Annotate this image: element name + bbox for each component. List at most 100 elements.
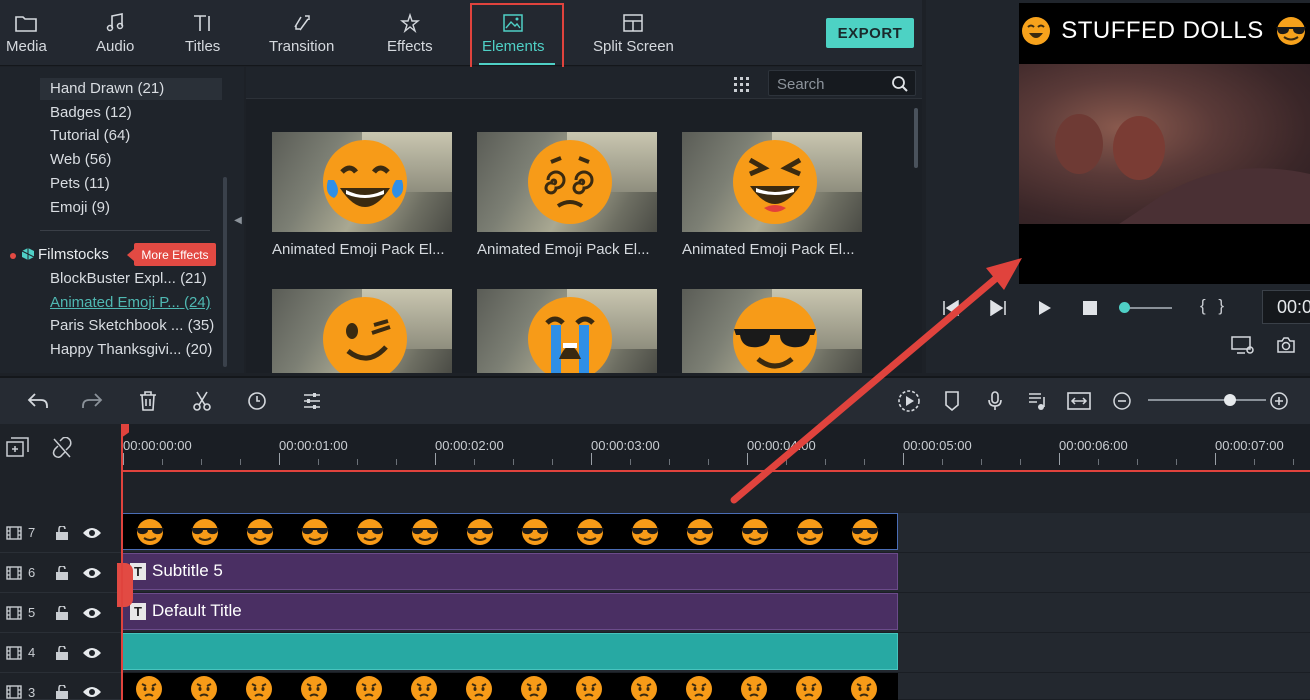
sad-emoji-icon: [411, 676, 437, 700]
stop-icon[interactable]: [1080, 298, 1100, 318]
ruler-tick: [1137, 459, 1138, 465]
library-item-caption: Animated Emoji Pack El...: [682, 241, 855, 258]
library-item[interactable]: [477, 289, 657, 382]
film-strip-icon: [6, 525, 22, 540]
category-web[interactable]: Web (56): [50, 151, 111, 168]
zoom-out-icon[interactable]: [1109, 388, 1135, 414]
unlock-icon[interactable]: [55, 565, 69, 580]
render-preview-icon[interactable]: [896, 388, 922, 414]
transition-icon: [292, 10, 312, 36]
eye-icon[interactable]: [82, 606, 102, 620]
eye-icon[interactable]: [82, 646, 102, 660]
category-emoji[interactable]: Emoji (9): [50, 199, 110, 216]
previous-frame-icon[interactable]: [940, 298, 962, 318]
clock-icon[interactable]: [244, 388, 270, 414]
add-track-icon[interactable]: [6, 437, 32, 461]
library-item[interactable]: [272, 289, 452, 382]
zoom-slider-handle[interactable]: [1224, 394, 1236, 406]
ruler-tick: [513, 459, 514, 465]
search-icon[interactable]: [891, 75, 909, 93]
tab-titles[interactable]: Titles: [185, 10, 220, 60]
filmstock-item-label: Happy Thanksgivi...: [50, 341, 182, 358]
library-item[interactable]: Animated Emoji Pack El...: [477, 132, 657, 258]
scrubber-handle[interactable]: [1119, 302, 1130, 313]
filmstock-item-happy-thanksgiving[interactable]: Happy Thanksgivi... (20): [50, 341, 212, 358]
sunglasses-emoji-icon: [521, 519, 549, 545]
collapse-sidebar-icon[interactable]: ◀: [232, 210, 244, 230]
filmstocks-label[interactable]: Filmstocks: [38, 246, 109, 263]
ruler-tick: [669, 459, 670, 465]
color-clip[interactable]: [121, 633, 898, 670]
sad-emoji-icon: [631, 676, 657, 700]
library-scrollbar[interactable]: [914, 108, 918, 168]
microphone-icon[interactable]: [982, 388, 1008, 414]
export-button[interactable]: EXPORT: [826, 18, 914, 48]
snapshot-camera-icon[interactable]: [1274, 334, 1298, 356]
subtitle-clip[interactable]: T Subtitle 5: [121, 553, 898, 590]
delete-icon[interactable]: [135, 388, 161, 414]
redo-icon[interactable]: [79, 388, 105, 414]
sidebar-scrollbar[interactable]: [223, 177, 227, 367]
next-frame-icon[interactable]: [987, 298, 1009, 318]
category-badges[interactable]: Badges (12): [50, 104, 132, 121]
marker-icon[interactable]: [939, 388, 965, 414]
filmstock-item-label: Animated Emoji P...: [50, 294, 180, 311]
audio-mixer-icon[interactable]: [1024, 388, 1050, 414]
fit-to-screen-icon[interactable]: [1066, 388, 1092, 414]
eye-icon[interactable]: [82, 685, 102, 699]
split-screen-icon: [623, 10, 644, 36]
track-header: 5: [0, 593, 121, 633]
tab-transition[interactable]: Transition: [269, 10, 334, 60]
zoom-slider[interactable]: [1148, 399, 1266, 401]
emoji-thumbnail: [272, 132, 452, 232]
zoom-in-icon[interactable]: [1266, 388, 1292, 414]
default-title-clip[interactable]: T Default Title: [121, 593, 898, 630]
eye-icon[interactable]: [82, 526, 102, 540]
dizzy-emoji-icon: [528, 140, 612, 224]
library-item[interactable]: Animated Emoji Pack El...: [682, 132, 862, 258]
ruler-tick: [786, 459, 787, 465]
filmstock-item-label: Paris Sketchbook ...: [50, 317, 184, 334]
unlock-icon[interactable]: [55, 525, 69, 540]
sad-emoji-icon: [741, 676, 767, 700]
sidebar-divider: [40, 230, 210, 231]
mark-in-out-icon[interactable]: { }: [1200, 296, 1228, 316]
unlock-icon[interactable]: [55, 605, 69, 620]
eye-icon[interactable]: [82, 566, 102, 580]
sunglasses-emoji-clip[interactable]: [121, 513, 898, 550]
link-off-icon[interactable]: [52, 436, 72, 459]
category-pets[interactable]: Pets (11): [50, 175, 110, 192]
split-marker-icon[interactable]: [117, 563, 133, 607]
display-settings-icon[interactable]: [1230, 334, 1256, 356]
unlock-icon[interactable]: [55, 685, 69, 699]
filmstock-item-blockbuster[interactable]: BlockBuster Expl... (21): [50, 270, 207, 287]
filmstock-item-animated-emoji[interactable]: Animated Emoji P... (24): [50, 294, 211, 311]
library-item[interactable]: [682, 289, 862, 382]
tab-effects[interactable]: Effects: [387, 10, 433, 60]
sunglasses-emoji-icon: [796, 519, 824, 545]
category-hand-drawn[interactable]: Hand Drawn (21): [50, 80, 164, 97]
more-effects-tooltip[interactable]: More Effects: [127, 243, 216, 266]
ruler-tick: [1176, 459, 1177, 465]
undo-icon[interactable]: [25, 388, 51, 414]
playhead[interactable]: [121, 424, 123, 700]
library-item[interactable]: Animated Emoji Pack El...: [272, 132, 452, 258]
grid-view-icon[interactable]: [731, 74, 751, 94]
filmstock-item-paris-sketchbook[interactable]: Paris Sketchbook ... (35): [50, 317, 214, 334]
adjust-sliders-icon[interactable]: [299, 388, 325, 414]
ruler-tick: [942, 459, 943, 465]
category-tutorial[interactable]: Tutorial (64): [50, 127, 130, 144]
active-tab-underline: [479, 63, 555, 65]
tab-split-screen[interactable]: Split Screen: [593, 10, 674, 60]
emoji-thumbnail: [682, 289, 862, 373]
sad-emoji-clip[interactable]: [121, 673, 898, 700]
playback-scrubber[interactable]: [1124, 307, 1172, 309]
unlock-icon[interactable]: [55, 645, 69, 660]
tab-media[interactable]: Media: [6, 10, 47, 60]
sad-emoji-icon: [686, 676, 712, 700]
tab-audio[interactable]: Audio: [96, 10, 134, 60]
search-input[interactable]: [777, 75, 887, 93]
play-icon[interactable]: [1034, 298, 1056, 318]
scissors-icon[interactable]: [189, 388, 215, 414]
tab-effects-label: Effects: [387, 38, 433, 55]
